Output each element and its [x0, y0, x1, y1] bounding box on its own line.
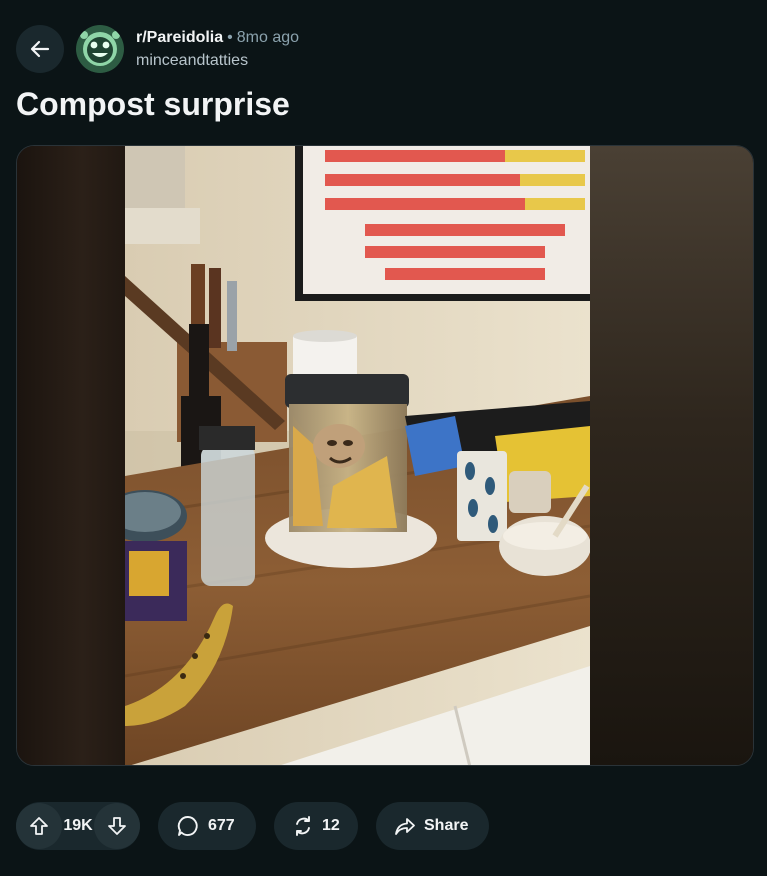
downvote-icon — [108, 817, 126, 835]
comments-button[interactable]: 677 — [158, 802, 256, 850]
post-media[interactable] — [16, 145, 754, 766]
vote-score: 19K — [63, 817, 93, 834]
post-meta: r/Pareidolia • 8mo ago minceandtatties — [136, 28, 299, 71]
meta-separator: • — [227, 29, 233, 46]
share-label: Share — [424, 817, 469, 834]
media-blur-left — [17, 146, 126, 765]
upvote-button[interactable] — [16, 803, 62, 849]
upvote-icon — [30, 817, 48, 835]
post-page: r/Pareidolia • 8mo ago minceandtatties Com… — [0, 0, 767, 876]
comment-icon — [177, 816, 198, 836]
post-title: Compost surprise — [16, 86, 290, 122]
subreddit-link[interactable]: r/Pareidolia — [136, 29, 223, 46]
post-time: 8mo ago — [236, 29, 300, 46]
back-arrow-icon — [30, 40, 50, 58]
share-icon — [395, 818, 415, 835]
downvote-button[interactable] — [94, 803, 140, 849]
comment-count: 677 — [208, 817, 235, 834]
media-blur-right — [587, 146, 753, 765]
post-image — [125, 146, 590, 765]
subreddit-avatar[interactable] — [76, 25, 124, 73]
back-button[interactable] — [16, 25, 64, 73]
vote-control: 19K — [16, 802, 140, 850]
author-link[interactable]: minceandtatties — [136, 51, 299, 71]
subreddit-face-icon — [76, 25, 124, 73]
kitchen-photo — [125, 146, 590, 765]
post-action-bar: 19K 677 12 Share — [16, 802, 489, 850]
share-button[interactable]: Share — [376, 802, 489, 850]
repost-count: 12 — [322, 817, 340, 834]
repost-button[interactable]: 12 — [274, 802, 358, 850]
repost-icon — [296, 816, 310, 836]
